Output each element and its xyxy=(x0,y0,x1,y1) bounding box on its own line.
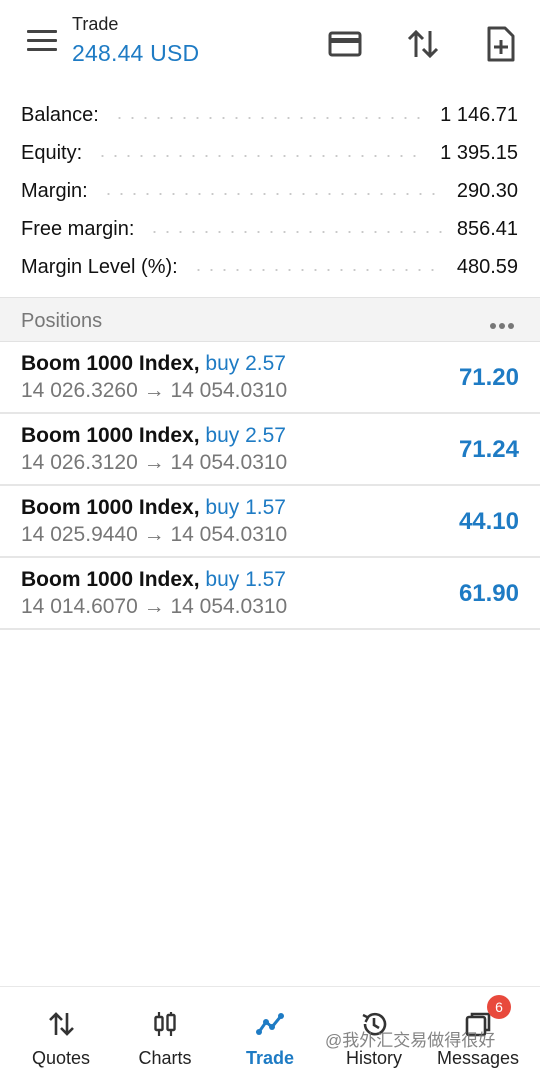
position-profit: 71.24 xyxy=(458,436,519,463)
summary-value: 290.30 xyxy=(456,179,518,202)
dot-leader xyxy=(191,269,443,271)
position-title: Boom 1000 Index, buy 2.57 xyxy=(21,352,286,376)
watermark-text: @我外汇交易做得很好 xyxy=(325,1031,496,1050)
summary-row-equity: Equity: 1 395.15 xyxy=(0,134,540,172)
position-title: Boom 1000 Index, buy 1.57 xyxy=(21,496,286,520)
dot-leader xyxy=(112,117,427,119)
summary-value: 1 146.71 xyxy=(440,103,518,126)
page-title: Trade xyxy=(72,14,119,34)
position-prices: 14 025.9440 → 14 054.0310 xyxy=(21,523,288,546)
nav-label: History xyxy=(345,1048,402,1068)
nav-label: Charts xyxy=(138,1048,192,1068)
dot-leader xyxy=(101,193,443,195)
new-order-icon[interactable] xyxy=(481,24,521,64)
position-prices: 14 026.3260 → 14 054.0310 xyxy=(21,379,288,402)
position-profit: 71.20 xyxy=(458,364,519,391)
summary-value: 856.41 xyxy=(456,217,518,240)
position-side: buy 1.57 xyxy=(205,568,286,591)
summary-label: Margin: xyxy=(21,179,88,202)
account-title-block: Trade 248.44 USD xyxy=(72,14,199,67)
position-title: Boom 1000 Index, buy 1.57 xyxy=(21,568,286,592)
nav-trade[interactable]: Trade xyxy=(216,987,324,1074)
profit-amount: 248.44 USD xyxy=(72,40,200,66)
position-row[interactable]: Boom 1000 Index, buy 1.57 14 025.9440 → … xyxy=(0,486,540,558)
dot-leader xyxy=(96,155,427,157)
positions-list: Boom 1000 Index, buy 2.57 14 026.3260 → … xyxy=(0,342,540,630)
summary-row-margin-level: Margin Level (%): 480.59 xyxy=(0,248,540,286)
menu-icon[interactable] xyxy=(27,30,57,54)
position-side: buy 2.57 xyxy=(205,424,286,447)
sort-arrows-icon[interactable] xyxy=(403,24,443,64)
summary-row-margin: Margin: 290.30 xyxy=(0,172,540,210)
positions-section-header: Positions xyxy=(0,297,540,342)
nav-quotes[interactable]: Quotes xyxy=(7,987,115,1074)
position-side: buy 2.57 xyxy=(205,352,286,375)
nav-label: Quotes xyxy=(31,1048,91,1068)
position-row[interactable]: Boom 1000 Index, buy 2.57 14 026.3260 → … xyxy=(0,342,540,414)
position-symbol: Boom 1000 Index, xyxy=(21,568,200,591)
position-symbol: Boom 1000 Index, xyxy=(21,352,200,375)
summary-row-free-margin: Free margin: 856.41 xyxy=(0,210,540,248)
position-prices: 14 026.3120 → 14 054.0310 xyxy=(21,451,288,474)
position-symbol: Boom 1000 Index, xyxy=(21,496,200,519)
quotes-icon xyxy=(49,1012,74,1036)
summary-label: Free margin: xyxy=(21,217,135,240)
summary-label: Margin Level (%): xyxy=(21,255,178,278)
account-summary: Balance: 1 146.71 Equity: 1 395.15 Margi… xyxy=(0,96,540,286)
positions-title: Positions xyxy=(21,310,103,332)
position-symbol: Boom 1000 Index, xyxy=(21,424,200,447)
position-side: buy 1.57 xyxy=(205,496,286,519)
summary-label: Balance: xyxy=(21,103,99,126)
card-icon[interactable] xyxy=(325,24,365,64)
position-row[interactable]: Boom 1000 Index, buy 2.57 14 026.3120 → … xyxy=(0,414,540,486)
summary-value: 1 395.15 xyxy=(440,141,518,164)
position-profit: 61.90 xyxy=(458,580,519,607)
position-row[interactable]: Boom 1000 Index, buy 1.57 14 014.6070 → … xyxy=(0,558,540,630)
summary-value: 480.59 xyxy=(456,255,518,278)
position-profit: 44.10 xyxy=(458,508,519,535)
charts-icon xyxy=(154,1012,176,1036)
summary-label: Equity: xyxy=(21,141,83,164)
dot-leader xyxy=(148,231,443,233)
nav-label: Trade xyxy=(245,1048,295,1068)
messages-badge: 6 xyxy=(487,995,511,1019)
summary-row-balance: Balance: 1 146.71 xyxy=(0,96,540,134)
nav-charts[interactable]: Charts xyxy=(111,987,219,1074)
position-title: Boom 1000 Index, buy 2.57 xyxy=(21,424,286,448)
trade-icon xyxy=(256,1013,284,1035)
more-options-icon[interactable] xyxy=(490,316,518,329)
nav-label: Messages xyxy=(436,1048,520,1068)
top-app-bar: Trade 248.44 USD xyxy=(0,0,540,88)
position-prices: 14 014.6070 → 14 054.0310 xyxy=(21,595,288,618)
